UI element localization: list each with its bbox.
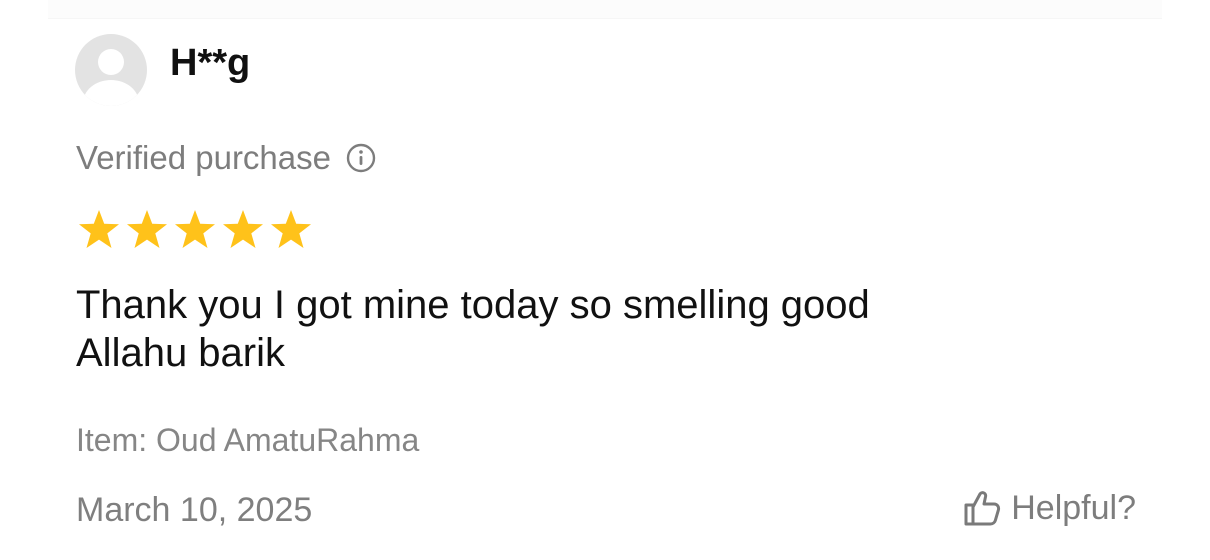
rating-star-icon <box>127 210 167 248</box>
review-card: H**g Verified purchase Thank you I got m… <box>0 0 1210 560</box>
reviewer-avatar <box>75 34 147 106</box>
reviewed-item-label: Item: Oud AmatuRahma <box>76 422 420 458</box>
info-icon[interactable] <box>345 142 377 174</box>
reviewer-name: H**g <box>170 42 251 84</box>
rating-star-icon <box>175 210 215 248</box>
rating-star-icon <box>223 210 263 248</box>
rating-star-icon <box>79 210 119 248</box>
verified-purchase-label: Verified purchase <box>76 139 331 176</box>
verified-purchase-row[interactable]: Verified purchase <box>76 138 377 178</box>
avatar-head-shape <box>98 49 124 75</box>
rating-star-icon <box>271 210 311 248</box>
helpful-label: Helpful? <box>1011 489 1136 527</box>
avatar-body-shape <box>83 80 139 106</box>
review-text: Thank you I got mine today so smelling g… <box>76 283 870 375</box>
thumbs-up-icon <box>964 491 1001 526</box>
helpful-button[interactable]: Helpful? <box>959 486 1136 530</box>
review-date: March 10, 2025 <box>76 491 313 529</box>
star-rating <box>76 208 314 252</box>
